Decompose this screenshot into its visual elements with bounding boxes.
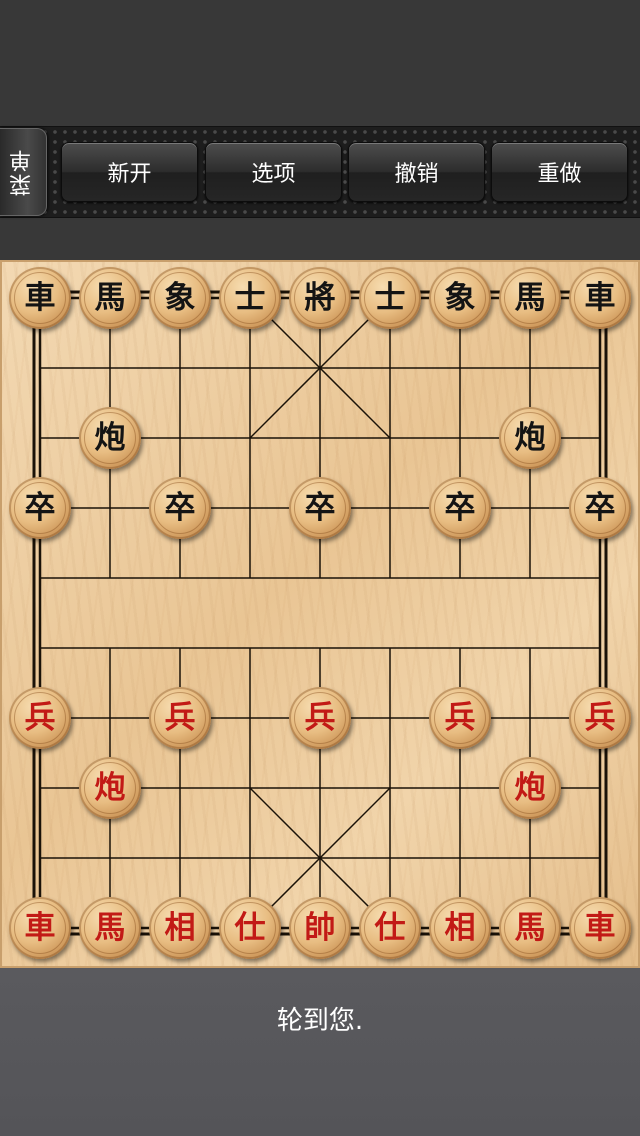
piece-label: 相 <box>164 909 196 946</box>
black-piece[interactable]: 卒 <box>289 477 351 539</box>
black-piece[interactable]: 車 <box>9 267 71 329</box>
piece-label: 兵 <box>24 699 56 736</box>
status-bar <box>0 968 640 1136</box>
red-piece[interactable]: 炮 <box>499 757 561 819</box>
piece-label: 帥 <box>304 909 336 946</box>
red-piece[interactable]: 兵 <box>289 687 351 749</box>
piece-label: 車 <box>24 909 56 946</box>
black-piece[interactable]: 卒 <box>149 477 211 539</box>
black-piece[interactable]: 卒 <box>569 477 631 539</box>
piece-label: 卒 <box>584 489 616 526</box>
board-grid <box>32 290 608 936</box>
red-piece[interactable]: 兵 <box>149 687 211 749</box>
black-piece[interactable]: 象 <box>149 267 211 329</box>
black-piece[interactable]: 卒 <box>9 477 71 539</box>
status-message: 轮到您. <box>276 1006 364 1036</box>
piece-label: 兵 <box>584 699 616 736</box>
red-piece[interactable]: 炮 <box>79 757 141 819</box>
piece-label: 車 <box>584 279 616 316</box>
black-piece[interactable]: 士 <box>359 267 421 329</box>
piece-label: 炮 <box>94 769 126 806</box>
black-piece[interactable]: 馬 <box>499 267 561 329</box>
piece-label: 炮 <box>514 419 546 456</box>
piece-label: 卒 <box>444 489 476 526</box>
redo-button[interactable]: 重做 <box>491 142 628 202</box>
black-piece[interactable]: 象 <box>429 267 491 329</box>
red-piece[interactable]: 仕 <box>219 897 281 959</box>
red-piece[interactable]: 仕 <box>359 897 421 959</box>
piece-label: 炮 <box>514 769 546 806</box>
piece-label: 兵 <box>164 699 196 736</box>
black-piece[interactable]: 馬 <box>79 267 141 329</box>
piece-label: 象 <box>444 279 476 316</box>
piece-label: 兵 <box>444 699 476 736</box>
piece-label: 仕 <box>374 909 406 946</box>
red-piece[interactable]: 馬 <box>79 897 141 959</box>
black-piece[interactable]: 炮 <box>79 407 141 469</box>
red-piece[interactable]: 帥 <box>289 897 351 959</box>
red-piece[interactable]: 車 <box>9 897 71 959</box>
piece-label: 車 <box>584 909 616 946</box>
piece-label: 卒 <box>164 489 196 526</box>
piece-label: 士 <box>374 279 406 316</box>
red-piece[interactable]: 馬 <box>499 897 561 959</box>
piece-label: 馬 <box>514 909 546 946</box>
piece-label: 卒 <box>24 489 56 526</box>
piece-label: 炮 <box>94 419 126 456</box>
piece-label: 馬 <box>94 909 126 946</box>
undo-button[interactable]: 撤销 <box>348 142 485 202</box>
black-piece[interactable]: 將 <box>289 267 351 329</box>
piece-label: 馬 <box>94 279 126 316</box>
black-piece[interactable]: 車 <box>569 267 631 329</box>
menu-tab-button[interactable]: 菜单 <box>0 128 47 216</box>
red-piece[interactable]: 相 <box>429 897 491 959</box>
piece-label: 象 <box>164 279 196 316</box>
xiangqi-board[interactable]: 車馬象士將士象馬車炮炮卒卒卒卒卒兵兵兵兵兵炮炮車馬相仕帥仕相馬車 <box>0 260 640 968</box>
black-piece[interactable]: 士 <box>219 267 281 329</box>
red-piece[interactable]: 兵 <box>569 687 631 749</box>
black-piece[interactable]: 炮 <box>499 407 561 469</box>
menu-tab-label: 菜单 <box>10 148 35 196</box>
piece-label: 仕 <box>234 909 266 946</box>
red-piece[interactable]: 相 <box>149 897 211 959</box>
piece-label: 將 <box>304 279 336 316</box>
piece-label: 卒 <box>304 489 336 526</box>
piece-label: 車 <box>24 279 56 316</box>
piece-label: 馬 <box>514 279 546 316</box>
black-piece[interactable]: 卒 <box>429 477 491 539</box>
red-piece[interactable]: 兵 <box>9 687 71 749</box>
options-button[interactable]: 选项 <box>205 142 342 202</box>
piece-label: 士 <box>234 279 266 316</box>
new-game-button[interactable]: 新开 <box>61 142 198 202</box>
piece-label: 兵 <box>304 699 336 736</box>
red-piece[interactable]: 車 <box>569 897 631 959</box>
piece-label: 相 <box>444 909 476 946</box>
red-piece[interactable]: 兵 <box>429 687 491 749</box>
